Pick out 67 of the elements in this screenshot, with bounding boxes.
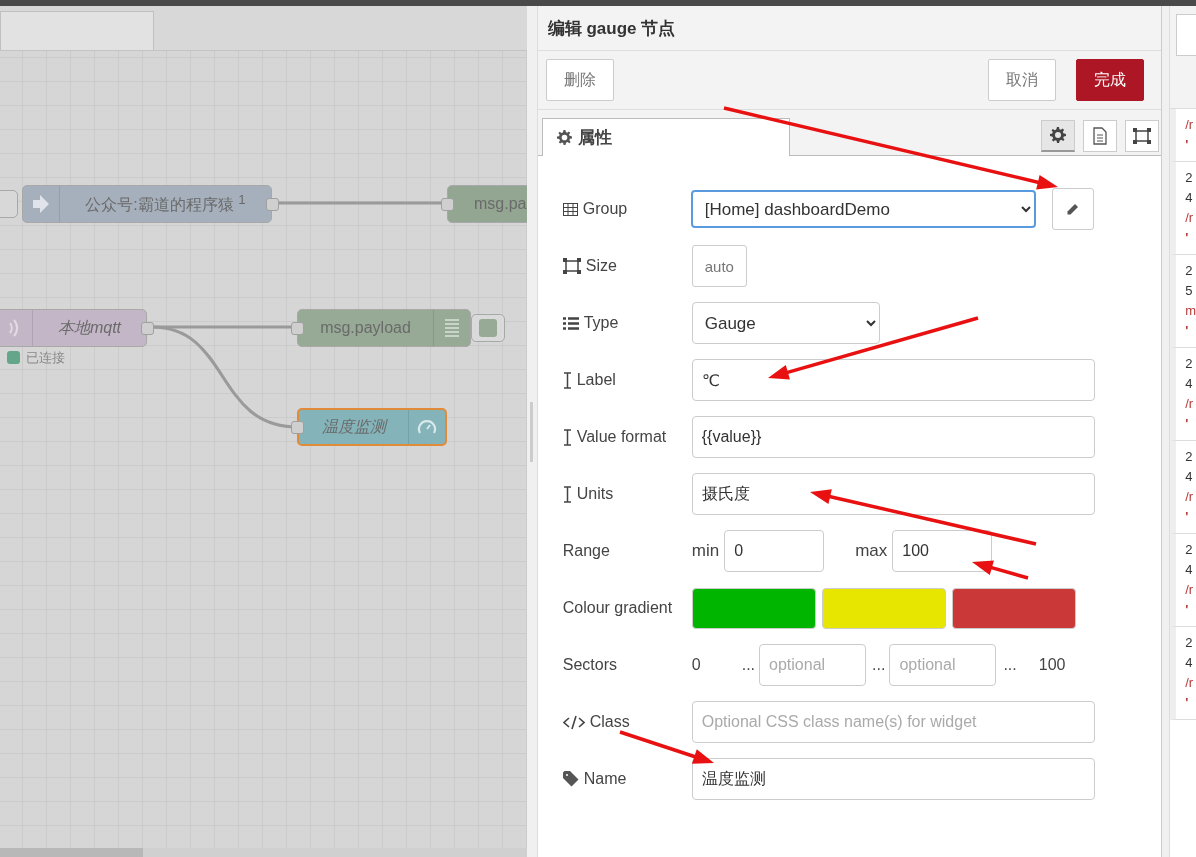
debug-text: 2 xyxy=(1185,355,1194,373)
debug-text: ' xyxy=(1185,136,1190,154)
debug-text: /r xyxy=(1185,209,1195,227)
ellipsis: ... xyxy=(872,656,886,674)
properties-tab[interactable]: 属性 xyxy=(541,118,790,156)
field-label: Units xyxy=(562,485,692,503)
debug-text: 2 xyxy=(1185,634,1194,652)
debug-text: 4 xyxy=(1185,654,1194,672)
debug-text: /r xyxy=(1185,488,1195,506)
text-field[interactable]: Optional CSS class name(s) for widget xyxy=(691,701,1095,743)
debug-text: ' xyxy=(1185,229,1190,247)
debug-text: 2 xyxy=(1185,169,1194,187)
cancel-button[interactable]: 取消 xyxy=(988,59,1057,101)
debug-text: ' xyxy=(1185,601,1190,619)
size-button[interactable]: auto xyxy=(691,245,747,287)
debug-text: 2 xyxy=(1185,262,1194,280)
min-label: min xyxy=(691,541,720,561)
field-label: Value format xyxy=(562,428,692,446)
field-label: Group xyxy=(562,200,692,218)
ellipsis: ... xyxy=(741,656,756,674)
flow-node: 温度监测 xyxy=(297,408,447,446)
debug-text: ' xyxy=(1185,415,1190,433)
debug-text: ' xyxy=(1185,322,1190,340)
field-label: Class xyxy=(562,713,692,731)
debug-text: ' xyxy=(1185,508,1190,526)
debug-text: 5 xyxy=(1185,282,1194,300)
ellipsis: ... xyxy=(1003,656,1017,674)
field-label: Size xyxy=(562,257,692,275)
field-label: Range xyxy=(562,542,611,560)
field-label: Label xyxy=(562,371,692,389)
field-label: Colour gradient xyxy=(562,599,674,617)
flow-node: 本地mqtt xyxy=(0,309,147,347)
sector-field[interactable]: optional xyxy=(759,644,867,686)
debug-text: 2 xyxy=(1185,448,1194,466)
debug-text: /r xyxy=(1185,674,1195,692)
flow-node: msg.payload xyxy=(297,309,471,347)
debug-text: m xyxy=(1185,302,1196,320)
max-field[interactable]: 100 xyxy=(892,530,993,572)
status-text: 已连接 xyxy=(26,349,65,367)
sector-field[interactable]: optional xyxy=(889,644,997,686)
field-label: Sectors xyxy=(562,656,618,674)
debug-text: 4 xyxy=(1185,189,1194,207)
debug-text: 4 xyxy=(1185,375,1194,393)
debug-text: ' xyxy=(1185,694,1190,712)
text-field[interactable]: {{value}} xyxy=(691,416,1095,458)
group-select[interactable]: [Home] dashboardDemo xyxy=(690,190,1036,228)
dialog-title: 编辑 gauge 节点 xyxy=(547,17,676,40)
flow-node: 公众号:霸道的程序猿 $^{1}$ xyxy=(22,185,272,223)
field-label: Name xyxy=(562,770,692,788)
debug-text: 4 xyxy=(1185,561,1194,579)
debug-text: /r xyxy=(1185,581,1195,599)
debug-text: 4 xyxy=(1185,468,1194,486)
debug-text: /r xyxy=(1185,395,1195,413)
type-select[interactable]: Gauge xyxy=(691,302,880,344)
field-label: Type xyxy=(562,314,692,332)
text-field[interactable]: 温度监测 xyxy=(691,758,1095,800)
sector-end: 100 xyxy=(1038,656,1066,674)
text-field[interactable]: 摄氏度 xyxy=(691,473,1095,515)
sector-start: 0 xyxy=(691,656,702,674)
text-field[interactable]: ℃ xyxy=(691,359,1095,401)
debug-text: 2 xyxy=(1185,541,1194,559)
flow-node: msg.pa xyxy=(447,185,527,223)
debug-text: /r xyxy=(1185,116,1195,134)
delete-button[interactable]: 删除 xyxy=(545,59,614,101)
done-button[interactable]: 完成 xyxy=(1076,59,1145,101)
max-label: max xyxy=(855,541,888,561)
min-field[interactable]: 0 xyxy=(724,530,825,572)
